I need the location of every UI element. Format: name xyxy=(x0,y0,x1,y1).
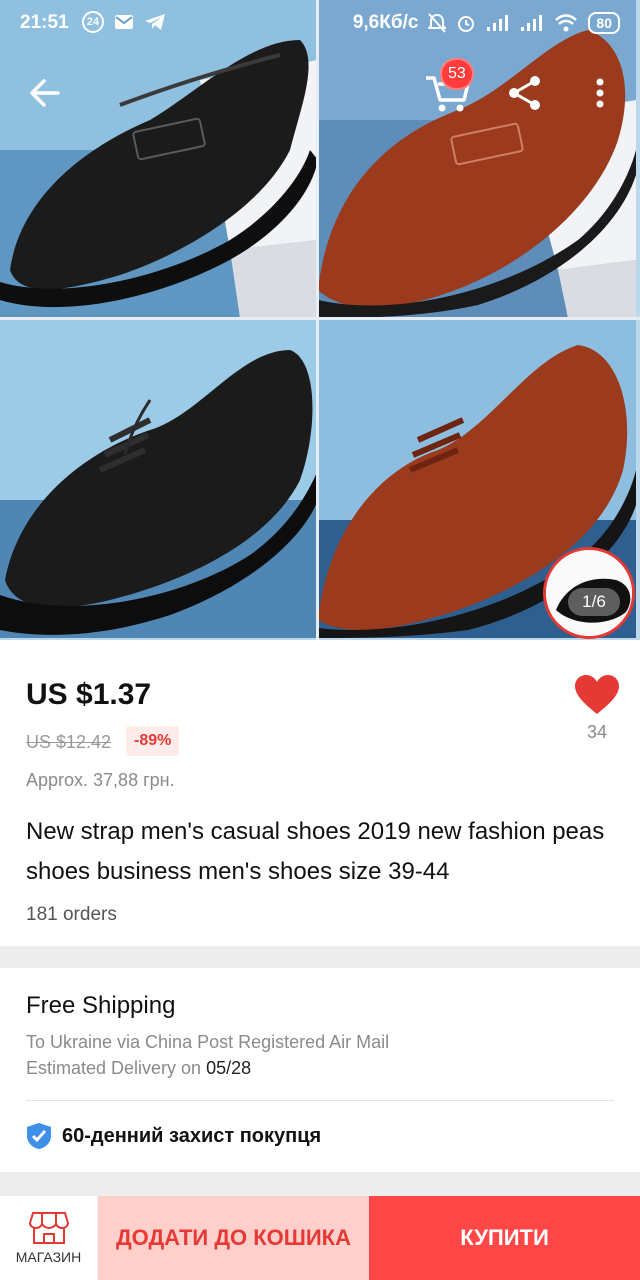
notification-count-icon: 24 xyxy=(82,11,104,33)
buy-now-button[interactable]: КУПИТИ xyxy=(369,1196,640,1280)
product-photo-black-laceup xyxy=(0,320,318,638)
status-time: 21:51 xyxy=(20,12,69,33)
estimated-delivery-label: Estimated Delivery on xyxy=(26,1058,207,1078)
mail-icon xyxy=(115,15,133,29)
status-bar: 21:51 24 9,6Кб/с 80 xyxy=(0,0,640,46)
store-button[interactable]: МАГАЗИН xyxy=(0,1196,98,1280)
bottom-action-bar: МАГАЗИН ДОДАТИ ДО КОШИКА КУПИТИ xyxy=(0,1196,640,1280)
delivery-date: 05/28 xyxy=(206,1058,252,1078)
share-icon xyxy=(509,76,540,110)
store-label: МАГАЗИН xyxy=(15,1249,82,1265)
product-photo-brown-slipon xyxy=(318,0,636,318)
battery-icon: 80 xyxy=(588,12,620,34)
more-options-button[interactable] xyxy=(582,70,618,116)
shipping-card[interactable]: Free Shipping To Ukraine via China Post … xyxy=(0,968,640,1172)
network-speed: 9,6Кб/с xyxy=(352,12,419,33)
back-button[interactable] xyxy=(22,70,68,116)
signal-icon xyxy=(521,15,543,31)
product-title: New strap men's casual shoes 2019 new fa… xyxy=(26,818,605,885)
original-price: US $12.42 xyxy=(26,732,112,752)
telegram-icon xyxy=(145,14,165,30)
share-button[interactable] xyxy=(502,70,548,116)
shipping-title: Free Shipping xyxy=(26,992,176,1019)
more-vertical-icon xyxy=(596,78,604,108)
approx-local-price: Approx. 37,88 грн. xyxy=(26,770,175,790)
estimated-delivery: Estimated Delivery on 05/28 xyxy=(26,1058,251,1079)
signal-icon xyxy=(487,15,509,31)
product-info-card: US $1.37 US $12.42 -89% Approx. 37,88 гр… xyxy=(0,640,640,946)
product-photo-black-slipon xyxy=(0,0,318,318)
wishlist-count: 34 xyxy=(586,722,608,742)
shield-check-icon xyxy=(27,1123,51,1149)
product-price: US $1.37 xyxy=(26,678,152,711)
wifi-icon xyxy=(555,14,578,32)
mute-icon xyxy=(428,13,447,33)
gallery-counter: 1/6 xyxy=(568,588,620,616)
add-to-cart-button[interactable]: ДОДАТИ ДО КОШИКА xyxy=(98,1196,369,1280)
gallery-divider xyxy=(316,0,319,640)
buyer-protection-label: 60-денний захист покупця xyxy=(62,1124,322,1147)
cart-count-badge: 53 xyxy=(440,58,474,90)
discount-badge: -89% xyxy=(126,726,180,756)
alarm-icon xyxy=(458,16,475,32)
heart-icon xyxy=(575,675,619,714)
arrow-left-icon xyxy=(30,79,60,107)
separator xyxy=(26,1100,614,1101)
store-icon xyxy=(28,1212,69,1244)
buyer-protection[interactable]: 60-денний захист покупця xyxy=(26,1122,321,1150)
orders-count: 181 orders xyxy=(26,904,117,925)
gallery-divider xyxy=(0,317,640,320)
shipping-method: To Ukraine via China Post Registered Air… xyxy=(26,1032,390,1052)
wishlist-button[interactable] xyxy=(574,674,620,716)
